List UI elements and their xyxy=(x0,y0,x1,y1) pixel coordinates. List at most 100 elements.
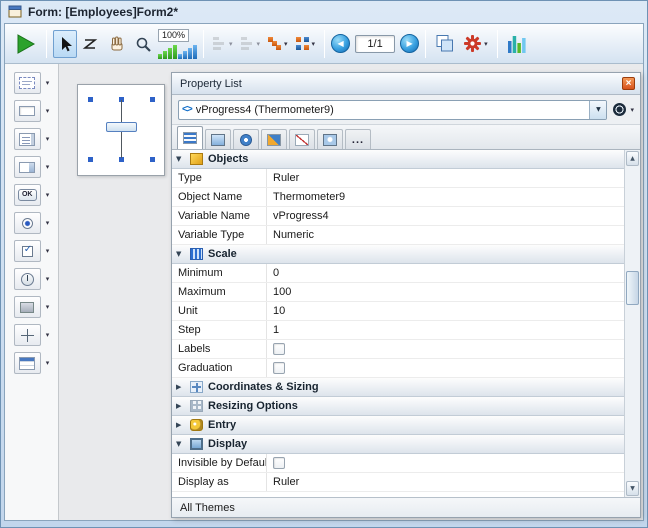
chevron-down-icon[interactable]: ▾ xyxy=(46,219,50,227)
property-value[interactable]: Thermometer9 xyxy=(267,188,624,206)
group-objects-button[interactable]: ▾ xyxy=(293,30,319,58)
form-preview[interactable] xyxy=(77,84,165,176)
object-selector[interactable]: <> vProgress4 (Thermometer9) ▼ xyxy=(178,100,607,120)
value-text: Ruler xyxy=(273,476,299,488)
labels-checkbox[interactable] xyxy=(273,343,285,355)
next-page-button[interactable]: ▶ xyxy=(400,34,419,53)
form-canvas[interactable]: Property List × <> vProgress4 (Thermomet… xyxy=(59,64,643,520)
property-value[interactable]: Ruler xyxy=(267,473,624,491)
property-value[interactable] xyxy=(267,454,624,472)
collapse-triangle-icon[interactable]: ▼ xyxy=(176,155,185,163)
section-scale[interactable]: ▼Scale xyxy=(172,245,624,264)
tab-graph[interactable] xyxy=(289,129,315,149)
scroll-up-icon[interactable]: ▲ xyxy=(626,151,639,166)
dial-tool-button[interactable] xyxy=(14,268,41,290)
chevron-down-icon[interactable]: ▾ xyxy=(284,40,288,48)
property-value[interactable]: Numeric xyxy=(267,226,624,244)
property-label: Type xyxy=(172,169,267,187)
property-value[interactable]: 100 xyxy=(267,283,624,301)
section-coordinates-sizing[interactable]: ▶Coordinates & Sizing xyxy=(172,378,624,397)
tab-more[interactable]: ... xyxy=(345,129,371,149)
invisible-by-default-checkbox[interactable] xyxy=(273,457,285,469)
property-value[interactable]: vProgress4 xyxy=(267,207,624,225)
splitter-tool-button[interactable] xyxy=(14,324,41,346)
property-value[interactable] xyxy=(267,340,624,358)
scrollbar-track[interactable] xyxy=(625,167,640,480)
chevron-down-icon[interactable]: ▾ xyxy=(46,107,50,115)
list-tab-icon xyxy=(183,132,197,144)
scrollbar-thumb[interactable] xyxy=(626,271,639,305)
expand-triangle-icon[interactable]: ▶ xyxy=(176,402,185,410)
chevron-down-icon[interactable]: ▾ xyxy=(46,359,50,367)
tab-action[interactable] xyxy=(261,129,287,149)
close-icon[interactable]: × xyxy=(622,77,635,90)
chevron-down-icon[interactable]: ▾ xyxy=(46,247,50,255)
graduation-checkbox[interactable] xyxy=(273,362,285,374)
theme-filter-label[interactable]: All Themes xyxy=(180,502,235,514)
vertical-scrollbar[interactable]: ▲ ▼ xyxy=(624,150,640,497)
zoom-scale-bars-icon[interactable] xyxy=(158,43,197,59)
chevron-down-icon[interactable]: ▾ xyxy=(46,331,50,339)
zoom-tool-button[interactable] xyxy=(131,30,155,58)
chevron-down-icon[interactable]: ▾ xyxy=(46,79,50,87)
check-box-tool: ▾ xyxy=(14,240,50,262)
chevron-down-icon[interactable]: ▾ xyxy=(46,163,50,171)
combo-box-tool-button[interactable] xyxy=(14,156,41,178)
zoom-level-widget[interactable]: 100% xyxy=(158,29,197,59)
selection-handle[interactable] xyxy=(88,97,93,102)
arrow-tool-button[interactable] xyxy=(53,30,77,58)
collapse-triangle-icon[interactable]: ▼ xyxy=(176,440,185,448)
pen-tool-button[interactable] xyxy=(79,30,103,58)
selection-handle[interactable] xyxy=(150,97,155,102)
property-value[interactable]: 0 xyxy=(267,264,624,282)
static-text-tool-button[interactable] xyxy=(14,72,41,94)
list-box-tool-button[interactable] xyxy=(14,352,41,374)
tab-list[interactable] xyxy=(177,126,203,149)
property-value[interactable]: Ruler xyxy=(267,169,624,187)
section-display[interactable]: ▼Display xyxy=(172,435,624,454)
property-value[interactable]: 1 xyxy=(267,321,624,339)
tab-screen[interactable] xyxy=(317,129,343,149)
section-label: Objects xyxy=(208,153,248,165)
display-options-button[interactable] xyxy=(504,30,530,58)
level-objects-button[interactable]: ▾ xyxy=(265,30,291,58)
ruler-thumb[interactable] xyxy=(106,122,137,132)
rectangle-tool-button[interactable] xyxy=(14,296,41,318)
chevron-down-icon[interactable]: ▾ xyxy=(46,275,50,283)
chevron-down-icon[interactable]: ▾ xyxy=(312,40,316,48)
view-filter-button[interactable]: ▾ xyxy=(613,103,634,116)
collapse-triangle-icon[interactable]: ▼ xyxy=(176,250,185,258)
hand-tool-button[interactable] xyxy=(105,30,129,58)
execute-form-button[interactable] xyxy=(10,30,40,58)
titlebar[interactable]: Form: [Employees]Form2* xyxy=(4,1,644,23)
chevron-down-icon[interactable]: ▾ xyxy=(630,106,634,114)
chevron-down-icon[interactable]: ▾ xyxy=(46,303,50,311)
ok-button-tool-button[interactable]: OK xyxy=(14,184,41,206)
previous-page-button[interactable]: ◀ xyxy=(331,34,350,53)
selection-handle[interactable] xyxy=(88,157,93,162)
section-entry[interactable]: ▶Entry xyxy=(172,416,624,435)
chevron-down-icon[interactable]: ▾ xyxy=(46,191,50,199)
settings-button[interactable]: ▾ xyxy=(460,30,491,58)
property-value[interactable]: 10 xyxy=(267,302,624,320)
hierarchical-list-tool-button[interactable] xyxy=(14,128,41,150)
expand-triangle-icon[interactable]: ▶ xyxy=(176,383,185,391)
chevron-down-icon[interactable]: ▼ xyxy=(589,101,606,119)
scroll-down-icon[interactable]: ▼ xyxy=(626,481,639,496)
expand-triangle-icon[interactable]: ▶ xyxy=(176,421,185,429)
radio-button-tool-button[interactable] xyxy=(14,212,41,234)
check-box-tool-button[interactable] xyxy=(14,240,41,262)
property-value[interactable] xyxy=(267,359,624,377)
section-label: Resizing Options xyxy=(208,400,298,412)
tab-settings[interactable] xyxy=(233,129,259,149)
input-field-tool-button[interactable] xyxy=(14,100,41,122)
chevron-down-icon[interactable]: ▾ xyxy=(46,135,50,143)
selection-handle[interactable] xyxy=(150,157,155,162)
chevron-down-icon[interactable]: ▾ xyxy=(484,40,488,48)
property-list-titlebar[interactable]: Property List × xyxy=(172,73,640,95)
form-pages-button[interactable] xyxy=(432,30,458,58)
section-objects[interactable]: ▼ Objects xyxy=(172,150,624,169)
tab-display[interactable] xyxy=(205,129,231,149)
page-indicator[interactable]: 1/1 xyxy=(355,35,395,53)
section-resizing-options[interactable]: ▶ Resizing Options xyxy=(172,397,624,416)
